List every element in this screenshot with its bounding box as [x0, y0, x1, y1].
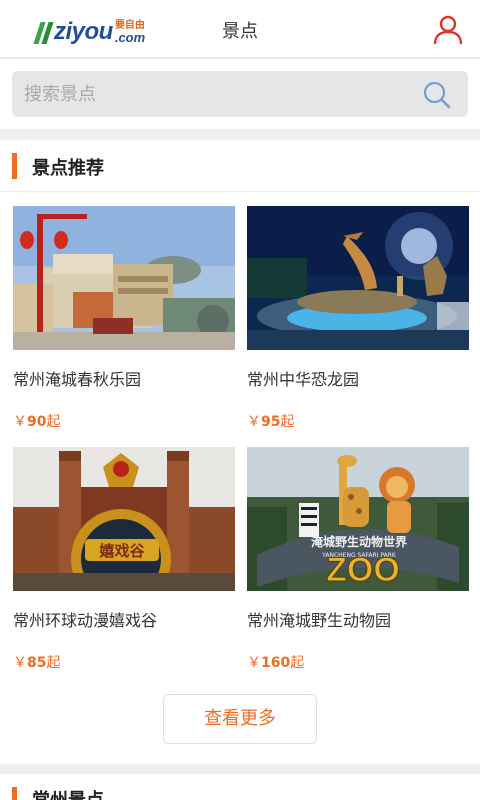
search-box [12, 71, 468, 117]
gate-sign-text: 嬉戏谷 [98, 542, 145, 560]
attraction-name: 常州淹城春秋乐园 [13, 370, 142, 389]
zoo-word-text: ZOO [326, 551, 400, 589]
search-input[interactable] [24, 71, 414, 117]
attraction-card[interactable]: 嬉戏谷 常州环球动漫嬉戏谷 ￥85起 [13, 447, 235, 677]
attraction-price: ￥160起 [247, 655, 305, 671]
zoo-sign-text: 淹城野生动物世界 [311, 534, 407, 549]
recommend-title: 景点推荐 [32, 158, 104, 179]
section-marker [12, 153, 17, 179]
attraction-price: ￥85起 [13, 655, 61, 671]
attraction-photo: 嬉戏谷 [13, 447, 235, 591]
local-section: 常州景点 [0, 774, 480, 800]
top-bar: ziyou 要自由 .com 景点 [0, 0, 480, 58]
user-icon[interactable] [432, 14, 464, 46]
recommend-section: 景点推荐 常州淹城春秋乐园 ￥90起 常州中华恐龙园 ￥95起 嬉戏谷 常州环球… [0, 140, 480, 764]
search-icon[interactable] [422, 80, 452, 110]
recommend-header: 景点推荐 [0, 140, 480, 192]
section-marker [12, 787, 17, 800]
page-title: 景点 [222, 21, 258, 42]
attraction-card[interactable]: 淹城野生动物世界 YANCHENG SAFARI PARK ZOO 常州淹城野生… [247, 447, 469, 677]
attraction-photo [247, 206, 469, 350]
attraction-name: 常州环球动漫嬉戏谷 [13, 611, 158, 630]
attraction-name: 常州中华恐龙园 [247, 370, 360, 389]
attraction-price: ￥90起 [13, 414, 61, 430]
search-area [0, 59, 480, 129]
attraction-card[interactable]: 常州中华恐龙园 ￥95起 [247, 206, 469, 436]
view-more-button[interactable]: 查看更多 [163, 694, 317, 744]
attraction-photo [13, 206, 235, 350]
attraction-name: 常州淹城野生动物园 [247, 611, 392, 630]
local-title: 常州景点 [32, 786, 104, 800]
attraction-card[interactable]: 常州淹城春秋乐园 ￥90起 [13, 206, 235, 436]
attraction-price: ￥95起 [247, 414, 295, 430]
attraction-photo: 淹城野生动物世界 YANCHENG SAFARI PARK ZOO [247, 447, 469, 591]
